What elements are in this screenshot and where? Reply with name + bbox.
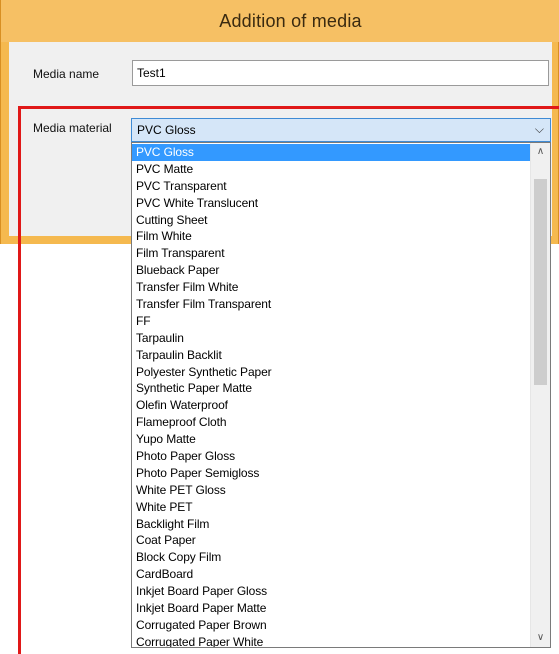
- media-name-label: Media name: [33, 67, 100, 81]
- title-bar[interactable]: Addition of media: [1, 0, 559, 42]
- window-title: Addition of media: [219, 10, 362, 31]
- highlight-annotation-box: [18, 106, 559, 654]
- media-name-input[interactable]: [132, 60, 549, 86]
